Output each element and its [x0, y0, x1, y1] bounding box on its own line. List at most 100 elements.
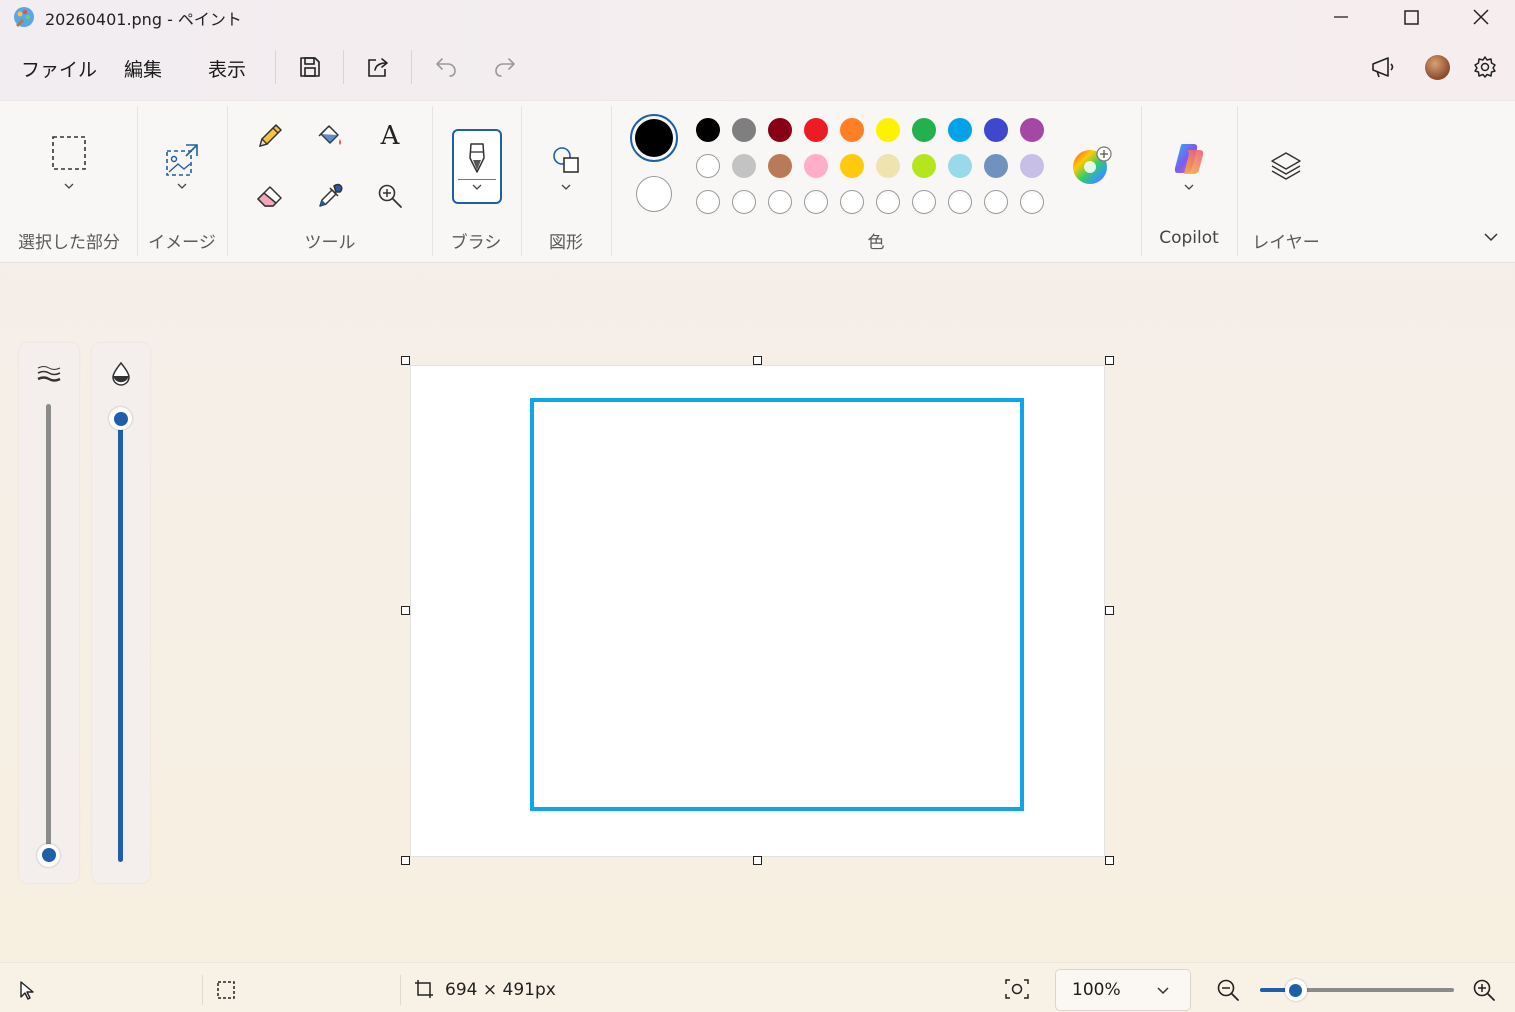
color-swatch[interactable]	[696, 154, 720, 178]
maximize-button[interactable]	[1376, 0, 1446, 34]
text-tool[interactable]: A	[372, 118, 408, 154]
avatar[interactable]	[1425, 55, 1450, 80]
selection-button[interactable]	[44, 128, 94, 198]
primary-color-swatch	[635, 119, 673, 157]
size-slider-thumb[interactable]	[37, 843, 60, 867]
share-button[interactable]	[360, 50, 396, 84]
brush-icon	[469, 142, 485, 173]
color-swatch[interactable]	[696, 118, 720, 142]
primary-color[interactable]	[630, 114, 678, 162]
color-swatch[interactable]	[876, 118, 900, 142]
shapes-button[interactable]	[546, 138, 586, 198]
color-swatch[interactable]	[948, 118, 972, 142]
fit-to-window-button[interactable]	[1004, 977, 1032, 1003]
close-button[interactable]	[1446, 0, 1515, 34]
divider	[137, 106, 138, 256]
color-swatch[interactable]	[840, 154, 864, 178]
resize-handle-bottom[interactable]	[753, 856, 762, 865]
eraser-tool[interactable]	[252, 178, 288, 214]
custom-color-slot[interactable]	[696, 190, 720, 214]
settings-button[interactable]	[1467, 50, 1503, 84]
custom-color-slot[interactable]	[876, 190, 900, 214]
pencil-tool[interactable]	[252, 118, 288, 154]
fill-tool[interactable]	[312, 118, 348, 154]
announcement-icon	[1372, 57, 1394, 78]
color-swatch[interactable]	[876, 154, 900, 178]
save-button[interactable]	[292, 50, 328, 84]
color-swatch[interactable]	[984, 154, 1008, 178]
group-label-layers: レイヤー	[1252, 233, 1320, 253]
announcement-button[interactable]	[1365, 50, 1401, 84]
opacity-slider-thumb[interactable]	[109, 407, 132, 430]
divider	[611, 106, 612, 256]
redo-button[interactable]	[487, 50, 523, 84]
zoom-out-button[interactable]	[1216, 978, 1242, 1004]
resize-handle-top-right[interactable]	[1105, 356, 1114, 365]
copilot-button[interactable]	[1166, 136, 1212, 196]
brush-button[interactable]	[452, 129, 502, 204]
color-swatch[interactable]	[912, 118, 936, 142]
color-swatch[interactable]	[804, 118, 828, 142]
color-swatch[interactable]	[912, 154, 936, 178]
color-swatch[interactable]	[1020, 118, 1044, 142]
chevron-down-icon	[1184, 184, 1194, 190]
color-swatch[interactable]	[768, 154, 792, 178]
minimize-icon	[1334, 16, 1348, 18]
resize-handle-bottom-right[interactable]	[1105, 856, 1114, 865]
canvas-size-text: 694 × 491px	[445, 980, 556, 1000]
custom-color-slot[interactable]	[768, 190, 792, 214]
resize-handle-bottom-left[interactable]	[401, 856, 410, 865]
custom-color-slot[interactable]	[804, 190, 828, 214]
resize-handle-right[interactable]	[1105, 606, 1114, 615]
zoom-slider-thumb[interactable]	[1284, 979, 1307, 1001]
custom-color-slot[interactable]	[912, 190, 936, 214]
color-swatch[interactable]	[732, 118, 756, 142]
color-swatch[interactable]	[948, 154, 972, 178]
color-swatch[interactable]	[804, 154, 828, 178]
minimize-button[interactable]	[1306, 0, 1376, 34]
divider	[400, 975, 401, 1005]
color-swatch[interactable]	[1020, 154, 1044, 178]
stroke-size-icon	[36, 364, 62, 386]
paint-palette-icon	[12, 5, 36, 29]
magnifier-tool[interactable]	[372, 178, 408, 214]
menu-file[interactable]: ファイル	[21, 55, 97, 82]
custom-color-slot[interactable]	[984, 190, 1008, 214]
secondary-color[interactable]	[636, 176, 672, 212]
custom-color-slot[interactable]	[732, 190, 756, 214]
edit-colors-button[interactable]	[1072, 146, 1112, 186]
close-icon	[1473, 9, 1489, 25]
text-icon: A	[380, 121, 400, 151]
color-picker-tool[interactable]	[312, 178, 348, 214]
resize-handle-top[interactable]	[753, 356, 762, 365]
color-swatch[interactable]	[732, 154, 756, 178]
menu-view[interactable]: 表示	[208, 55, 246, 82]
color-swatch[interactable]	[840, 118, 864, 142]
custom-color-slot[interactable]	[1020, 190, 1044, 214]
menu-edit[interactable]: 編集	[124, 55, 162, 82]
custom-color-slot[interactable]	[948, 190, 972, 214]
custom-color-slot[interactable]	[840, 190, 864, 214]
resize-handle-left[interactable]	[401, 606, 410, 615]
undo-button[interactable]	[428, 50, 464, 84]
selection-size-icon	[216, 980, 238, 1002]
zoom-slider-track[interactable]	[1260, 979, 1454, 1001]
chevron-down-icon	[64, 183, 74, 189]
pencil-icon	[259, 124, 282, 147]
chevron-down-icon	[561, 184, 571, 190]
layers-button[interactable]	[1266, 146, 1306, 186]
divider	[202, 975, 203, 1005]
copilot-icon	[1174, 144, 1204, 174]
opacity-slider-track[interactable]	[109, 407, 132, 862]
image-button[interactable]	[160, 134, 204, 198]
size-slider-track[interactable]	[37, 404, 60, 867]
ribbon-expand-button[interactable]	[1482, 230, 1502, 248]
resize-handle-top-left[interactable]	[401, 356, 410, 365]
zoom-in-button[interactable]	[1472, 978, 1498, 1004]
divider	[275, 50, 276, 84]
zoom-dropdown[interactable]: 100%	[1055, 969, 1191, 1011]
color-swatch[interactable]	[768, 118, 792, 142]
group-label-brush: ブラシ	[450, 233, 502, 253]
layers-icon	[1271, 152, 1301, 180]
color-swatch[interactable]	[984, 118, 1008, 142]
